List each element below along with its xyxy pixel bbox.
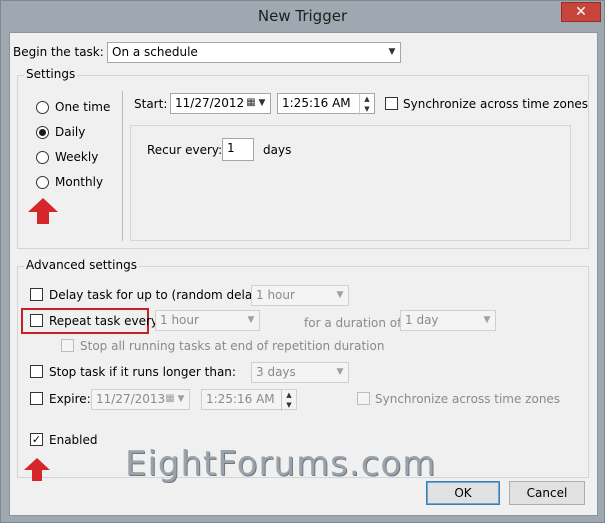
radio-one-time[interactable] — [36, 101, 49, 114]
chevron-down-icon: ▼ — [177, 394, 185, 404]
delay-task-checkbox[interactable] — [30, 288, 43, 301]
start-date-picker[interactable]: 11/27/2012 ▦ ▼ — [170, 93, 271, 114]
stop-long-task-checkbox[interactable] — [30, 365, 43, 378]
expire-sync-checkbox[interactable] — [357, 392, 370, 405]
calendar-icon: ▦ — [165, 393, 175, 404]
start-time-input[interactable]: 1:25:16 AM ▲ ▼ — [277, 93, 375, 115]
chevron-down-icon: ▼ — [247, 315, 255, 325]
radio-daily-label: Daily — [55, 125, 86, 139]
radio-daily[interactable] — [36, 126, 49, 139]
delay-task-label: Delay task for up to (random delay): — [49, 288, 269, 302]
duration-select[interactable]: 1 day ▼ — [400, 310, 496, 331]
start-date-value: 11/27/2012 — [175, 96, 245, 110]
expire-date-value: 11/27/2013 — [96, 392, 166, 406]
delay-select[interactable]: 1 hour ▼ — [251, 285, 349, 306]
stop-long-task-select[interactable]: 3 days ▼ — [251, 362, 349, 383]
close-button[interactable]: ✕ — [561, 2, 601, 22]
red-arrow-up-icon — [28, 198, 58, 226]
duration-value: 1 day — [405, 313, 439, 327]
recur-every-value: 1 — [227, 141, 235, 155]
radio-monthly[interactable] — [36, 176, 49, 189]
stop-long-task-label: Stop task if it runs longer than: — [49, 365, 236, 379]
chevron-down-icon: ▼ — [483, 315, 491, 325]
ok-button[interactable]: OK — [426, 481, 500, 505]
radio-weekly[interactable] — [36, 151, 49, 164]
duration-label: for a duration of: — [304, 316, 405, 330]
chevron-down-icon: ▼ — [336, 367, 344, 377]
radio-weekly-label: Weekly — [55, 150, 99, 164]
repeat-task-label: Repeat task every: — [49, 314, 162, 328]
stop-repetition-checkbox[interactable] — [61, 339, 74, 352]
expire-label: Expire: — [49, 392, 91, 406]
delay-value: 1 hour — [256, 288, 295, 302]
expire-sync-label: Synchronize across time zones — [375, 392, 561, 406]
begin-task-label: Begin the task: — [13, 45, 104, 59]
title-bar[interactable]: New Trigger ✕ — [1, 1, 604, 31]
radio-one-time-label: One time — [55, 100, 111, 114]
cancel-button[interactable]: Cancel — [509, 481, 585, 505]
red-arrow-up-icon — [24, 458, 50, 482]
expire-date-picker[interactable]: 11/27/2013 ▦ ▼ — [91, 389, 190, 410]
window-title: New Trigger — [257, 7, 348, 25]
start-time-value: 1:25:16 AM — [282, 96, 351, 110]
close-icon: ✕ — [575, 4, 587, 20]
advanced-settings-legend: Advanced settings — [24, 258, 139, 272]
spin-icon[interactable]: ▲ ▼ — [359, 94, 374, 115]
recur-unit-label: days — [263, 143, 292, 157]
chevron-down-icon: ▼ — [388, 47, 396, 57]
start-label: Start: — [134, 97, 168, 111]
settings-legend: Settings — [24, 67, 78, 81]
repeat-interval-select[interactable]: 1 hour ▼ — [155, 310, 260, 331]
stop-long-task-value: 3 days — [256, 365, 296, 379]
enabled-label: Enabled — [49, 433, 98, 447]
begin-task-value: On a schedule — [112, 45, 198, 59]
check-icon: ✓ — [31, 433, 42, 446]
recur-every-label: Recur every: — [147, 143, 223, 157]
stop-repetition-label: Stop all running tasks at end of repetit… — [80, 339, 385, 353]
dialog-window: New Trigger ✕ Begin the task: On a sched… — [0, 0, 605, 523]
expire-time-value: 1:25:16 AM — [206, 392, 275, 406]
sync-timezones-label: Synchronize across time zones — [403, 97, 589, 111]
spin-icon[interactable]: ▲ ▼ — [281, 390, 296, 411]
expire-checkbox[interactable] — [30, 392, 43, 405]
settings-separator — [122, 91, 123, 241]
recur-every-input[interactable]: 1 — [222, 138, 254, 161]
begin-task-select[interactable]: On a schedule ▼ — [107, 42, 401, 63]
repeat-interval-value: 1 hour — [160, 313, 199, 327]
chevron-down-icon: ▼ — [336, 290, 344, 300]
expire-time-input[interactable]: 1:25:16 AM ▲ ▼ — [201, 389, 297, 411]
repeat-task-checkbox[interactable] — [30, 314, 43, 327]
chevron-down-icon: ▼ — [258, 98, 266, 108]
radio-monthly-label: Monthly — [55, 175, 104, 189]
calendar-icon: ▦ — [246, 97, 256, 108]
watermark-logo: EightForums.com — [125, 444, 437, 484]
sync-timezones-checkbox[interactable] — [385, 97, 398, 110]
enabled-checkbox[interactable]: ✓ — [30, 433, 43, 446]
